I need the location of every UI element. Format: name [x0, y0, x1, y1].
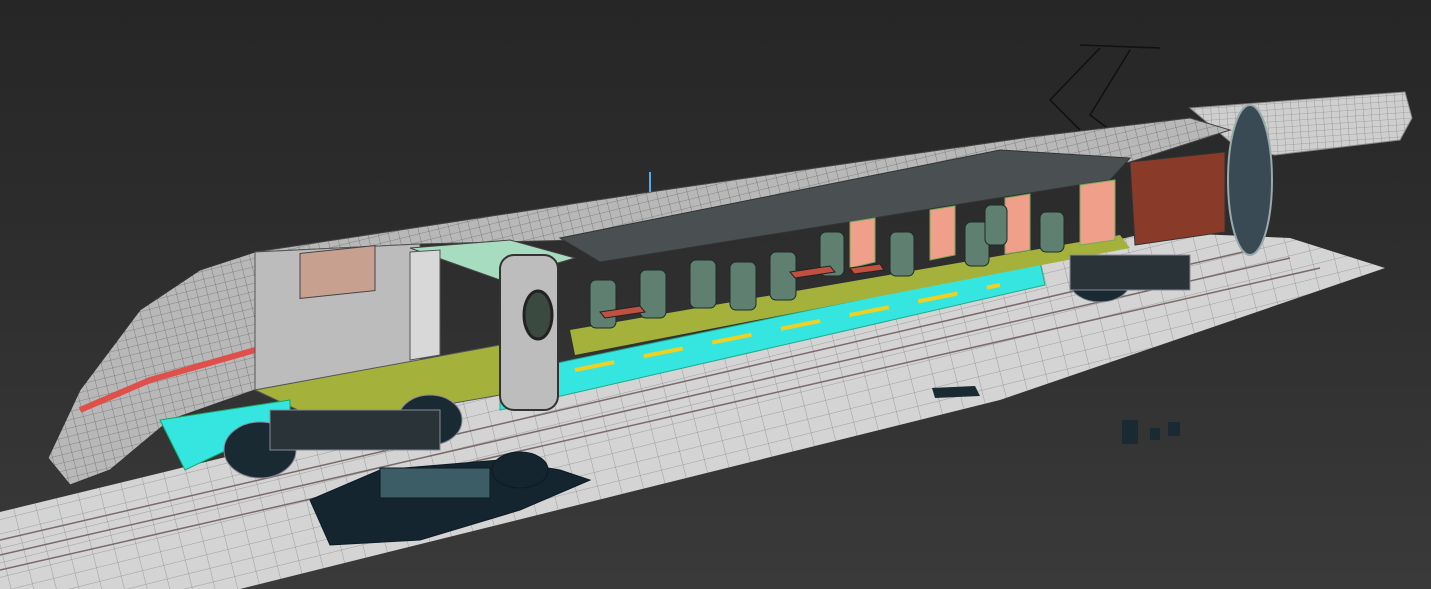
side-window: [299, 245, 376, 300]
3d-viewport[interactable]: [0, 0, 1431, 589]
rear-end-wall: [1129, 151, 1226, 246]
pantograph: [1048, 44, 1161, 131]
tunnel-mesh: [1188, 91, 1413, 156]
tunnel-ring: [1227, 104, 1273, 256]
door-window: [522, 289, 554, 341]
loose-parts: [932, 386, 1180, 444]
vestibule-wall: [409, 249, 441, 361]
train-scene: [0, 44, 1413, 589]
